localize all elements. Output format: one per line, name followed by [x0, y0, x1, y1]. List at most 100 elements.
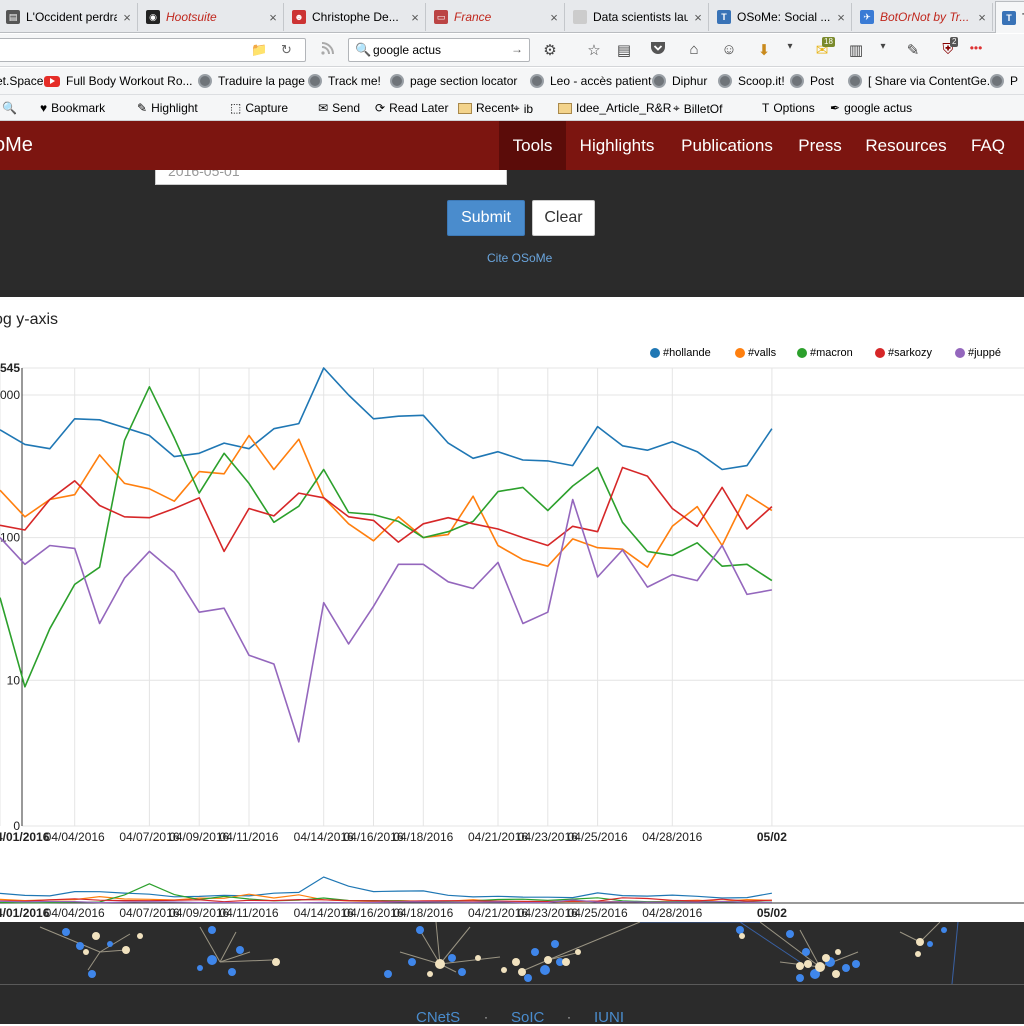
bookmark-item[interactable]: et.Space [0, 74, 43, 88]
menu-dropdown-icon[interactable]: ▾ [780, 41, 800, 52]
nav-tools[interactable]: Tools [499, 121, 566, 170]
series-line-1[interactable] [0, 367, 773, 471]
close-tab-icon[interactable]: × [263, 10, 283, 25]
series-line-4[interactable] [0, 466, 773, 553]
rss-icon[interactable] [318, 41, 338, 59]
legend-item[interactable]: #sarkozy [875, 347, 932, 359]
cite-osome-link[interactable]: Cite OSoMe [487, 251, 552, 265]
bookmark-label: Traduire la page [218, 74, 305, 88]
toolbar-item[interactable]: ♥ Bookmark [40, 101, 105, 115]
send-icon: ✉ [318, 101, 329, 115]
bookmark-item[interactable]: Post [790, 74, 834, 88]
pocket-icon[interactable] [648, 41, 668, 59]
bookmark-item[interactable]: Full Body Workout Ro... [44, 74, 193, 88]
browser-tab[interactable]: T OSoMe: Social ... × [711, 3, 852, 31]
translate-icon[interactable]: ⚙ [540, 41, 560, 59]
close-tab-icon[interactable]: × [972, 10, 992, 25]
more-dots-icon[interactable]: ••• [966, 41, 986, 55]
nav-publications[interactable]: Publications [668, 121, 786, 170]
bot-icon: ✈ [860, 10, 874, 24]
nav-highlights[interactable]: Highlights [566, 121, 668, 170]
toolbar-item[interactable]: ⬚ Capture [230, 101, 288, 115]
y-tick-label: 1545 [0, 361, 20, 375]
toolbar-item[interactable]: ✉ Send [318, 101, 360, 115]
footer-link-cnets[interactable]: CNetS [416, 1009, 460, 1026]
close-tab-icon[interactable]: × [544, 10, 564, 25]
download-icon[interactable]: ⬇ [754, 41, 774, 59]
range-tick-label: 04/11/2016 [219, 906, 278, 920]
folder-icon[interactable]: 📁 [251, 42, 267, 58]
toolbar-item[interactable]: ✒ google actus [830, 101, 912, 115]
bookmark-item[interactable]: Leo - accès patient [530, 74, 651, 88]
go-arrow-icon[interactable]: → [511, 42, 523, 56]
bookmarks-toolbar: et.Space Full Body Workout Ro... Traduire … [0, 68, 1024, 95]
submit-button[interactable]: Submit [447, 200, 525, 236]
chart-heading: og y-axis [0, 311, 59, 328]
bookmark-item[interactable]: Traduire la page [198, 74, 305, 88]
browser-tab[interactable]: ✈ BotOrNot by Tr... × [854, 3, 993, 31]
nav-press[interactable]: Press [786, 121, 854, 170]
clipboard-icon[interactable]: ▥ [846, 41, 866, 59]
legend-item[interactable]: #hollande [650, 347, 711, 359]
network-graph [39, 921, 959, 985]
close-tab-icon[interactable]: × [831, 10, 851, 25]
globe-icon [848, 74, 862, 88]
bookmark-item[interactable]: Scoop.it! [718, 74, 785, 88]
browser-tab[interactable]: ◉ Hootsuite × [140, 3, 284, 31]
toolbar-item[interactable]: ⌖ ib [513, 101, 533, 116]
reload-icon[interactable]: ↻ [281, 42, 292, 58]
search-icon[interactable]: 🔍 [2, 101, 17, 115]
globe-icon [390, 74, 404, 88]
nav-faq[interactable]: FAQ [958, 121, 1018, 170]
bookmark-item[interactable]: Track me! [308, 74, 381, 88]
bookmark-item[interactable]: Diphur [652, 74, 707, 88]
browser-tab[interactable]: ☻ Christophe De... × [286, 3, 426, 31]
x-tick-label: 05/02 [757, 830, 787, 844]
browser-tab[interactable]: ▭ France × [428, 3, 565, 31]
clear-button[interactable]: Clear [532, 200, 595, 236]
dropdown-icon[interactable]: ▾ [873, 41, 893, 52]
series-line-3[interactable] [0, 385, 773, 688]
footer-link-iuni[interactable]: IUNI [594, 1009, 624, 1026]
url-bar[interactable]: 📁 ↻ [0, 38, 306, 62]
legend-label: #juppé [968, 347, 1002, 359]
bookmark-item[interactable]: P [990, 74, 1018, 88]
legend-item[interactable]: #valls [735, 347, 776, 359]
toolbar-item[interactable]: T Options [762, 101, 815, 115]
browser-tab[interactable]: TT [995, 1, 1024, 33]
globe-icon [790, 74, 804, 88]
nav-resources[interactable]: Resources [854, 121, 958, 170]
toolbar-item[interactable]: ✎ Highlight [137, 101, 198, 115]
home-icon[interactable]: ⌂ [684, 41, 704, 58]
bookmark-item[interactable]: page section locator [390, 74, 517, 88]
bookmark-item[interactable]: [ Share via ContentGe... [848, 74, 997, 88]
smiley-icon[interactable]: ☺ [719, 41, 739, 58]
reader-list-icon[interactable]: ▤ [614, 41, 634, 59]
x-tick-label: 4/01/2016 [0, 830, 50, 844]
youtube-icon [44, 75, 60, 87]
chart-range-selector[interactable]: 4/01/201604/04/2016 04/07/201604/09/20160… [0, 875, 1024, 920]
footer-link-soic[interactable]: SoIC [511, 1009, 544, 1026]
bookmark-label: P [1010, 74, 1019, 88]
browser-tab[interactable]: Data scientists laun...× [567, 3, 709, 31]
bookmark-star-icon[interactable]: ☆ [584, 41, 604, 59]
legend-item[interactable]: #juppé [955, 347, 1001, 359]
toolbar-item-label: ib [523, 101, 534, 116]
footer-separator: · [484, 1010, 488, 1024]
toolbar-item[interactable]: ⌖ BilletOf [673, 101, 722, 116]
legend-item[interactable]: #macron [797, 347, 853, 359]
toolbar-item[interactable]: ⟳ Read Later [375, 101, 448, 115]
extension-icon[interactable]: ✎ [903, 41, 923, 59]
site-brand[interactable]: oMe [0, 134, 33, 157]
end-date-input[interactable]: 2016-05-01 [155, 170, 507, 185]
search-input[interactable]: 🔍 google actus → [348, 38, 530, 62]
close-tab-icon[interactable]: × [688, 10, 708, 25]
network-visualization-strip [0, 921, 1024, 985]
toolbar-item[interactable]: Idee_Article_R&R [558, 101, 671, 115]
close-tab-icon[interactable]: × [117, 10, 137, 25]
series-line-2[interactable] [0, 434, 773, 568]
toolbar-item[interactable]: Recent [458, 101, 514, 115]
close-tab-icon[interactable]: × [405, 10, 425, 25]
browser-tab[interactable]: ▤ L'Occident perdra ?× [0, 3, 138, 31]
series-line-5[interactable] [0, 498, 773, 743]
